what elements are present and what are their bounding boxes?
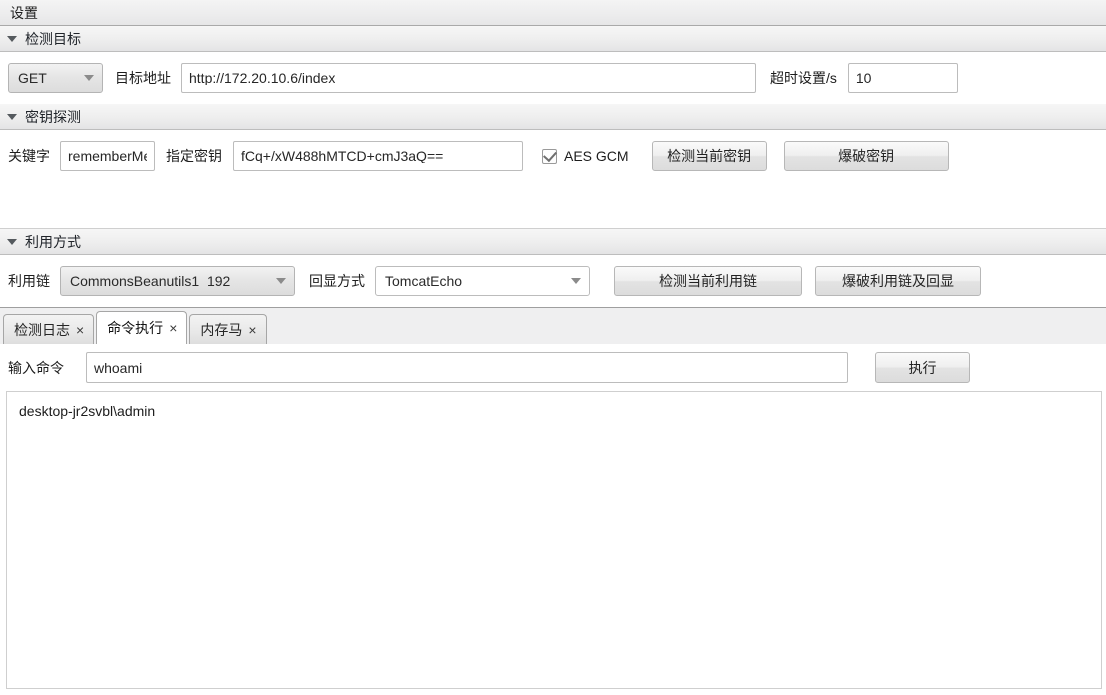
target-url-label: 目标地址	[115, 70, 171, 86]
tabstrip-container: 检测日志 × 命令执行 × 内存马 ×	[0, 307, 1106, 344]
chevron-down-icon	[7, 113, 17, 120]
key-probe-panel: 关键字 rememberMe 指定密钥 fCq+/xW488hMTCD+cmJ3…	[0, 130, 1106, 229]
brute-force-key-label: 爆破密钥	[838, 148, 895, 164]
section-header-target[interactable]: 检测目标	[0, 26, 1106, 52]
gadget-chain-value: CommonsBeanutils1_192	[70, 274, 231, 288]
target-row: GET 目标地址 http://172.20.10.6/index 超时设置/s…	[0, 52, 1106, 104]
gadget-chain-label: 利用链	[8, 273, 50, 289]
command-input[interactable]: whoami	[86, 352, 848, 383]
brute-force-key-button[interactable]: 爆破密钥	[783, 141, 949, 171]
section-header-exploit[interactable]: 利用方式	[0, 229, 1106, 255]
echo-mode-label: 回显方式	[309, 273, 365, 289]
tabstrip: 检测日志 × 命令执行 × 内存马 ×	[0, 308, 1106, 344]
chevron-down-icon	[7, 238, 17, 245]
application-window: 设置 检测目标 GET 目标地址 http://172.20.10.6/inde…	[0, 0, 1106, 695]
aes-gcm-checkbox[interactable]: AES GCM	[542, 147, 629, 164]
tab-detection-log-label: 检测日志	[14, 321, 70, 338]
window-titlebar: 设置	[0, 0, 1106, 26]
keyword-input[interactable]: rememberMe	[60, 141, 155, 171]
exploit-panel: 利用链 CommonsBeanutils1_192 回显方式 TomcatEch…	[0, 255, 1106, 307]
brute-force-chain-button[interactable]: 爆破利用链及回显	[815, 266, 981, 296]
http-method-select[interactable]: GET	[8, 63, 103, 93]
keyword-value: rememberMe	[68, 149, 147, 163]
detect-current-chain-label: 检测当前利用链	[659, 273, 757, 289]
checkbox-checked-icon	[542, 147, 557, 164]
section-title-exploit: 利用方式	[25, 233, 81, 250]
timeout-value: 10	[855, 71, 872, 85]
execute-button-label: 执行	[908, 359, 937, 376]
tab-command-execution-label: 命令执行	[107, 320, 164, 336]
target-panel: GET 目标地址 http://172.20.10.6/index 超时设置/s…	[0, 52, 1106, 104]
close-icon[interactable]: ×	[248, 323, 256, 337]
chevron-down-icon	[84, 75, 94, 81]
detect-current-key-button[interactable]: 检测当前密钥	[651, 141, 767, 171]
timeout-input[interactable]: 10	[847, 63, 958, 93]
specified-key-label: 指定密钥	[166, 148, 222, 164]
aes-gcm-label: AES GCM	[564, 148, 629, 164]
key-probe-row: 关键字 rememberMe 指定密钥 fCq+/xW488hMTCD+cmJ3…	[0, 130, 1106, 182]
chevron-down-icon	[276, 278, 286, 284]
timeout-label: 超时设置/s	[770, 70, 837, 86]
key-probe-spacer	[0, 182, 1106, 228]
tab-memory-shell-label: 内存马	[200, 321, 243, 338]
command-input-row: 输入命令 whoami 执行	[0, 344, 1106, 391]
detect-current-key-label: 检测当前密钥	[667, 148, 752, 164]
gadget-chain-select[interactable]: CommonsBeanutils1_192	[60, 266, 295, 296]
specified-key-value: fCq+/xW488hMTCD+cmJ3aQ==	[241, 149, 444, 163]
tab-detection-log[interactable]: 检测日志 ×	[3, 314, 95, 344]
tab-memory-shell[interactable]: 内存马 ×	[189, 314, 267, 344]
close-icon[interactable]: ×	[169, 321, 177, 335]
echo-mode-select[interactable]: TomcatEcho	[375, 266, 590, 296]
window-title: 设置	[10, 4, 38, 21]
target-url-input[interactable]: http://172.20.10.6/index	[181, 63, 756, 93]
detect-current-chain-button[interactable]: 检测当前利用链	[614, 266, 802, 296]
brute-force-chain-label: 爆破利用链及回显	[842, 273, 954, 289]
tab-command-execution[interactable]: 命令执行 ×	[96, 311, 188, 344]
keyword-label: 关键字	[8, 148, 50, 164]
section-header-key-probe[interactable]: 密钥探测	[0, 104, 1106, 130]
chevron-down-icon	[571, 278, 581, 284]
echo-mode-value: TomcatEcho	[385, 274, 463, 288]
target-url-value: http://172.20.10.6/index	[189, 71, 336, 85]
execute-button[interactable]: 执行	[875, 352, 970, 383]
exploit-row: 利用链 CommonsBeanutils1_192 回显方式 TomcatEch…	[0, 255, 1106, 307]
command-output-area[interactable]: desktop-jr2svbl\admin	[6, 391, 1102, 689]
command-input-value: whoami	[94, 360, 143, 375]
section-title-target: 检测目标	[25, 30, 81, 47]
http-method-value: GET	[18, 71, 47, 85]
command-input-label: 输入命令	[8, 359, 64, 376]
command-execution-panel: 输入命令 whoami 执行 desktop-jr2svbl\admin	[0, 344, 1106, 695]
specified-key-input[interactable]: fCq+/xW488hMTCD+cmJ3aQ==	[233, 141, 523, 171]
chevron-down-icon	[7, 35, 17, 42]
section-title-key-probe: 密钥探测	[25, 108, 81, 125]
close-icon[interactable]: ×	[76, 323, 84, 337]
